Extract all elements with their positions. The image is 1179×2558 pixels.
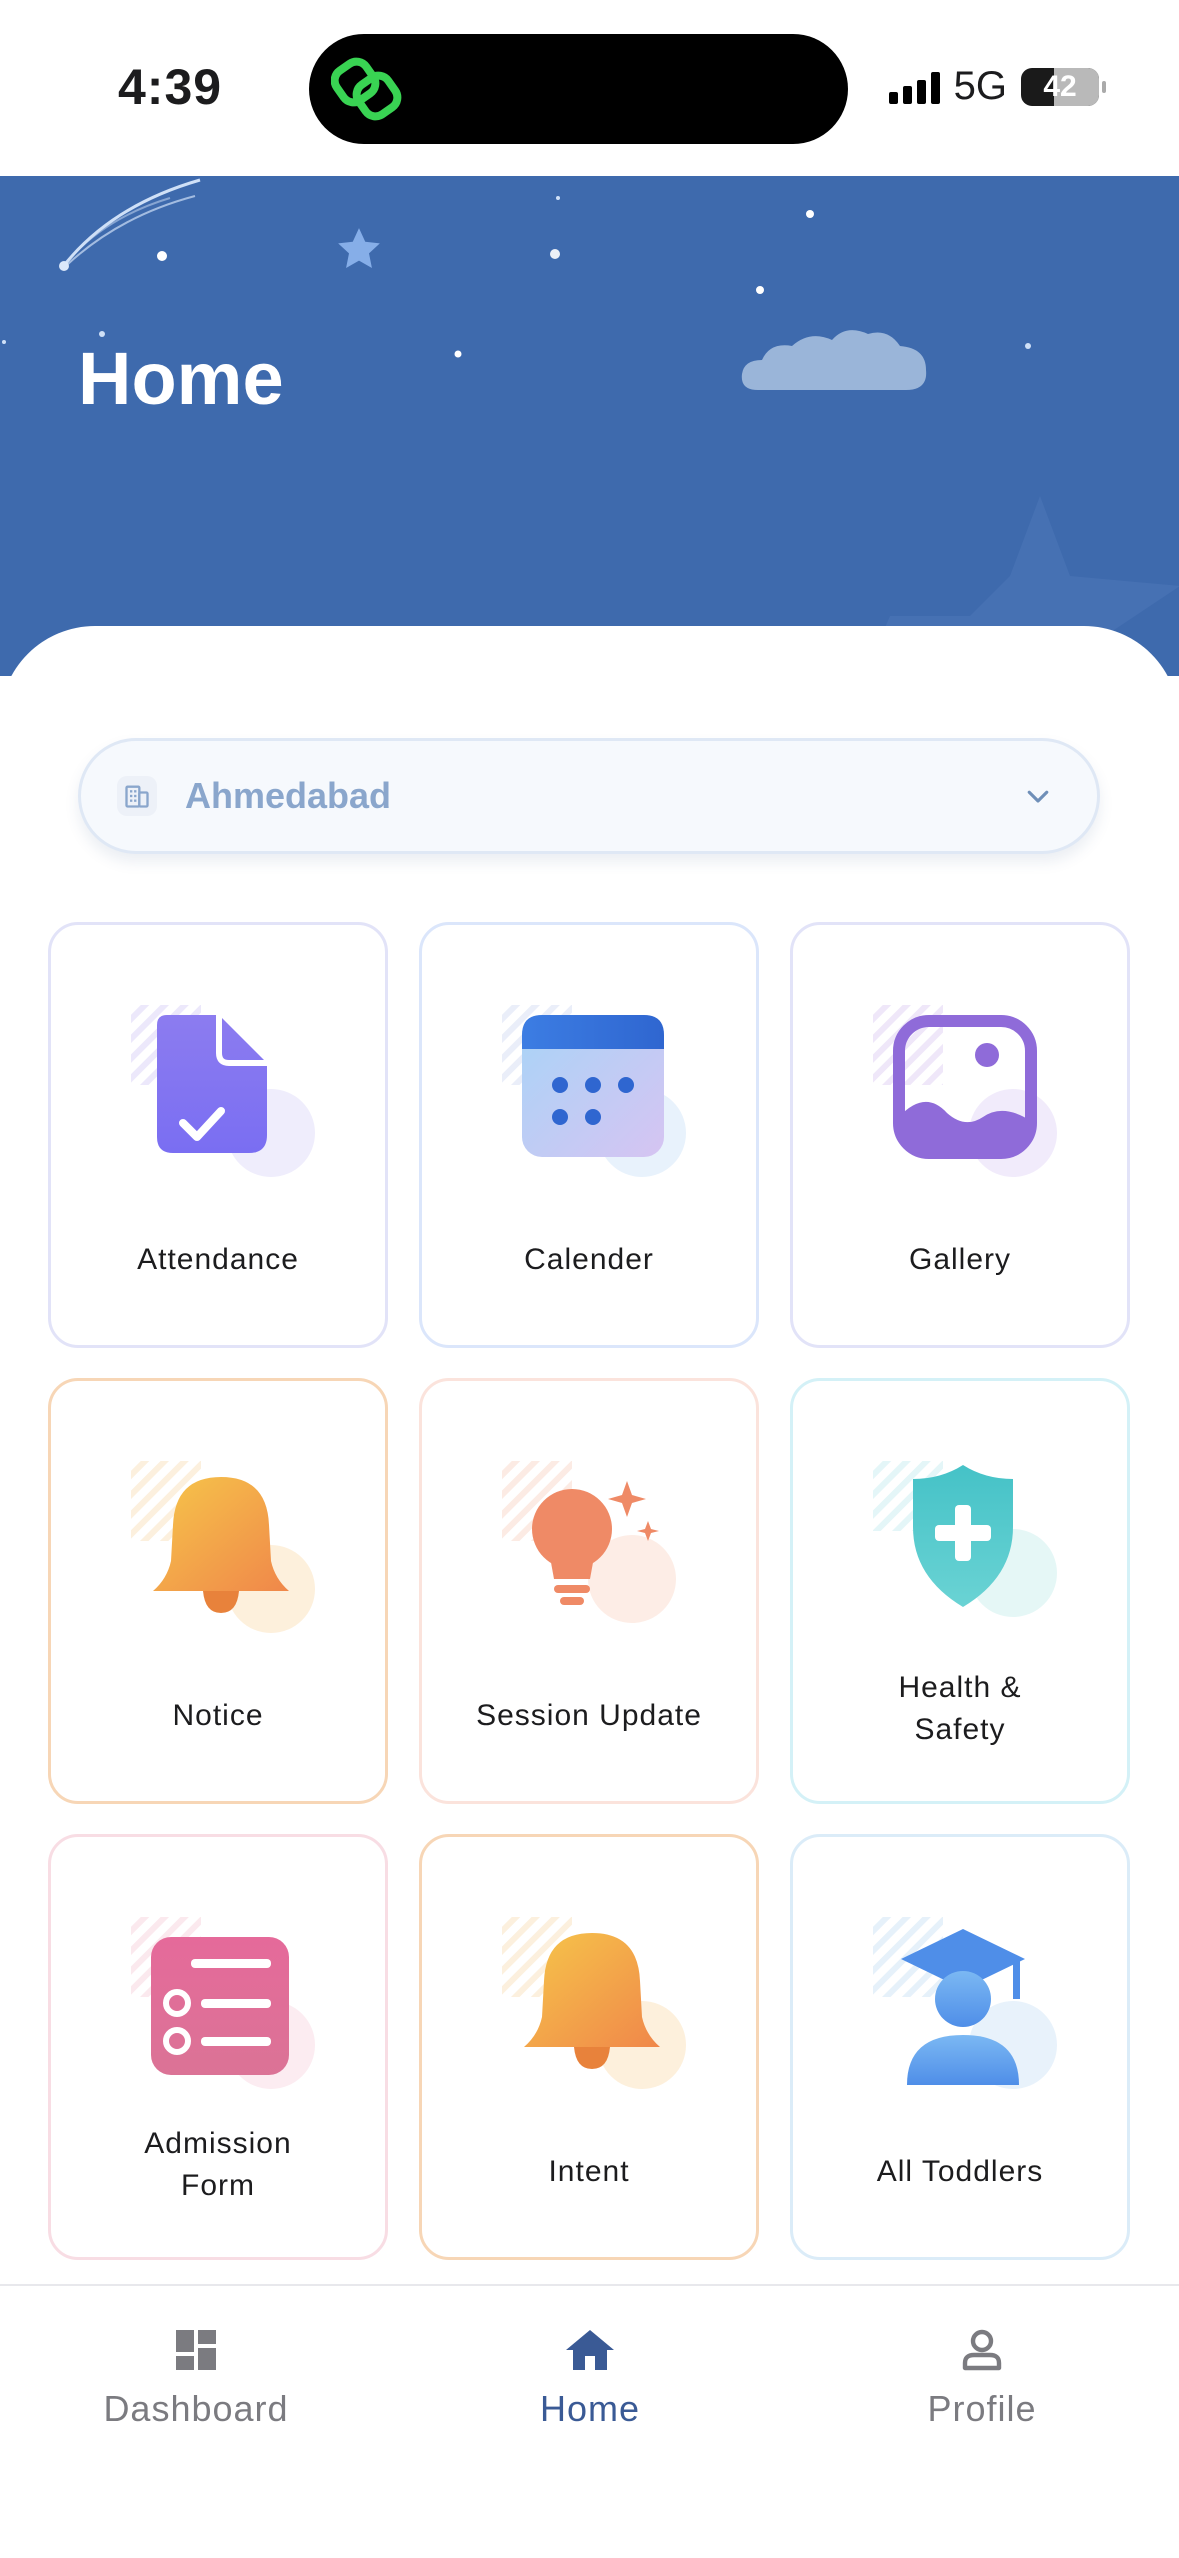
- nav-label: Dashboard: [103, 2388, 289, 2429]
- status-bar: 4:39 5G 42: [0, 0, 1179, 176]
- tile-label: Gallery: [908, 1243, 1012, 1276]
- nav-profile[interactable]: Profile: [832, 2326, 1132, 2430]
- header-banner: Home: [0, 176, 1179, 676]
- tile-gallery[interactable]: Gallery: [790, 922, 1130, 1348]
- network-type: 5G: [953, 64, 1007, 108]
- nav-home[interactable]: Home: [440, 2326, 740, 2430]
- tile-admission-form[interactable]: Admission Form: [48, 1834, 388, 2260]
- tile-label: Health & Safety: [898, 1671, 1022, 1746]
- feature-grid: Attendance Calender Gallery Notice Sessi…: [48, 922, 1132, 2260]
- chevron-down-icon: [1027, 790, 1049, 803]
- tile-label: Notice: [172, 1699, 264, 1732]
- profile-icon: [962, 2329, 1002, 2371]
- tile-attendance[interactable]: Attendance: [48, 922, 388, 1348]
- tile-all-toddlers[interactable]: All Toddlers: [790, 1834, 1130, 2260]
- tile-notice[interactable]: Notice: [48, 1378, 388, 1804]
- tile-label: Admission Form: [144, 2127, 292, 2202]
- tile-label: All Toddlers: [876, 2155, 1044, 2188]
- tile-session-update[interactable]: Session Update: [419, 1378, 759, 1804]
- cloud-icon: [741, 330, 927, 390]
- page-title: Home: [78, 337, 284, 420]
- status-time: 4:39: [118, 59, 223, 115]
- tile-label: Intent: [548, 2155, 630, 2188]
- status-indicators: 5G 42: [888, 64, 1106, 109]
- tile-label: Session Update: [476, 1699, 702, 1732]
- dynamic-island: [309, 34, 848, 144]
- tile-health-safety[interactable]: Health & Safety: [790, 1378, 1130, 1804]
- tile-calender[interactable]: Calender: [419, 922, 759, 1348]
- bottom-nav: Dashboard Home Profile: [0, 2284, 1179, 2558]
- nav-label: Profile: [927, 2388, 1037, 2429]
- tile-label: Attendance: [137, 1243, 299, 1276]
- link-app-icon: [331, 57, 402, 121]
- tile-intent[interactable]: Intent: [419, 1834, 759, 2260]
- branch-select[interactable]: Ahmedabad: [78, 738, 1100, 854]
- home-icon: [566, 2330, 614, 2370]
- branch-select-value: Ahmedabad: [185, 775, 392, 816]
- tile-label: Calender: [524, 1243, 654, 1276]
- battery-icon: 42: [1021, 67, 1106, 106]
- cellular-signal-icon: [888, 70, 940, 104]
- nav-label: Home: [539, 2388, 641, 2429]
- dashboard-icon: [176, 2330, 216, 2370]
- battery-level: 42: [1043, 69, 1077, 103]
- nav-dashboard[interactable]: Dashboard: [46, 2326, 346, 2430]
- building-icon: [117, 776, 157, 816]
